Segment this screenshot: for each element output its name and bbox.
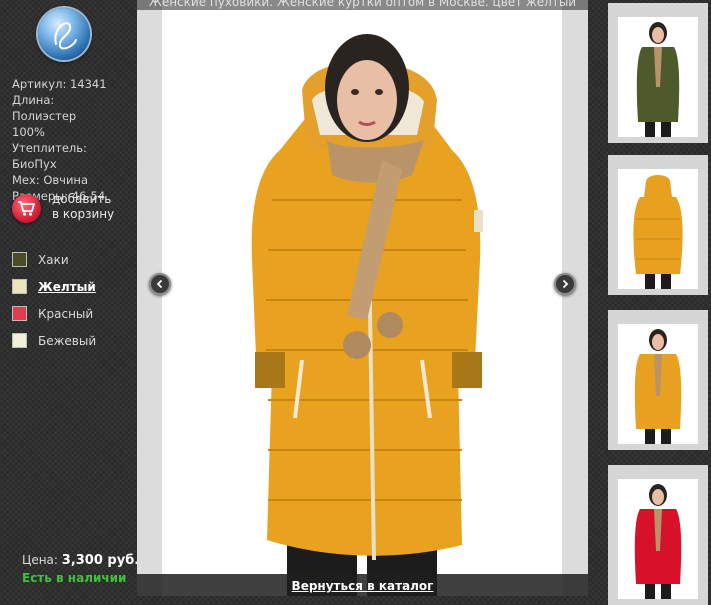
color-options: Хаки Желтый Красный Бежевый (12, 251, 96, 359)
next-image-button[interactable] (554, 273, 576, 295)
info-line-article: Артикул: 14341 (12, 77, 107, 91)
thumbnail-image (618, 169, 698, 289)
brand-logo-icon[interactable] (38, 8, 90, 60)
color-label-beige[interactable]: Бежевый (38, 334, 96, 348)
price-label: Цена: (22, 553, 58, 567)
color-option-yellow[interactable]: Желтый (12, 278, 96, 295)
color-swatch-yellow[interactable] (12, 279, 27, 294)
main-image-viewer: Женские пуховики. Женские куртки оптом в… (137, 0, 588, 596)
info-line-insulation-cont: БиоПух (12, 157, 57, 171)
thumbnail-image (618, 479, 698, 599)
info-line-fur: Мех: Овчина (12, 173, 88, 187)
shopping-cart-icon[interactable] (12, 194, 41, 223)
thumbnail-yellow[interactable] (608, 310, 708, 450)
thumbnail-image (618, 17, 698, 137)
add-to-cart-button[interactable]: добавить в корзину (12, 192, 127, 226)
thumbnail-image (618, 324, 698, 444)
thumbnail-yellow-back[interactable] (608, 155, 708, 295)
photo-title: Женские пуховики. Женские куртки оптом в… (137, 0, 588, 10)
color-option-beige[interactable]: Бежевый (12, 332, 96, 349)
color-swatch-red[interactable] (12, 306, 27, 321)
product-info: Артикул: 14341 Длина: Полиэстер 100% Уте… (12, 76, 122, 204)
price: Цена: 3,300 руб. (22, 553, 139, 568)
chevron-left-icon (156, 279, 163, 289)
main-product-photo (162, 0, 562, 596)
thumbnail-red[interactable] (608, 465, 708, 605)
color-swatch-beige[interactable] (12, 333, 27, 348)
thumbnail-khaki[interactable] (608, 3, 708, 143)
back-to-catalog-link[interactable]: Вернуться в каталог (292, 579, 434, 593)
info-line-length: Длина: Полиэстер (12, 93, 77, 123)
back-bar: Вернуться в каталог (137, 574, 588, 596)
color-option-red[interactable]: Красный (12, 305, 96, 322)
add-to-cart-label-2[interactable]: в корзину (52, 207, 114, 222)
color-label-khaki[interactable]: Хаки (38, 253, 69, 267)
info-line-insulation: Утеплитель: (12, 141, 87, 155)
color-label-red[interactable]: Красный (38, 307, 93, 321)
color-swatch-khaki[interactable] (12, 252, 27, 267)
chevron-right-icon (562, 279, 569, 289)
info-line-length-cont: 100% (12, 125, 45, 139)
price-value: 3,300 руб. (61, 553, 140, 568)
color-label-yellow[interactable]: Желтый (38, 280, 96, 294)
color-option-khaki[interactable]: Хаки (12, 251, 96, 268)
add-to-cart-label-1[interactable]: добавить (52, 192, 114, 207)
stock-status: Есть в наличии (22, 571, 127, 585)
prev-image-button[interactable] (149, 273, 171, 295)
